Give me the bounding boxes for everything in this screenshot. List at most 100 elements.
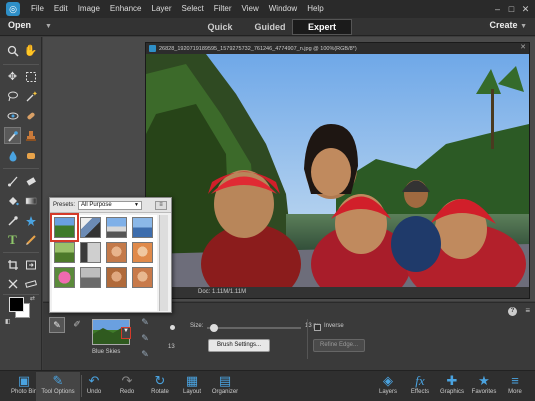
app-logo-icon: ◎ xyxy=(6,2,20,16)
tab-guided[interactable]: Guided xyxy=(248,19,292,35)
photo-bin-label: Photo Bin xyxy=(10,389,38,395)
eyedropper-tool-icon[interactable] xyxy=(4,212,21,229)
type-tool-icon[interactable]: T xyxy=(4,231,21,248)
crop-tool-icon[interactable] xyxy=(4,256,21,273)
status-bar: Doc: 1.11M/1.11M xyxy=(146,287,529,298)
menu-enhance[interactable]: Enhance xyxy=(105,0,147,18)
refine-edge-button[interactable]: Refine Edge... xyxy=(313,339,365,352)
marquee-tool-icon[interactable] xyxy=(22,68,39,85)
preset-thumb[interactable] xyxy=(80,267,101,288)
toolbar-divider xyxy=(3,168,39,169)
clone-stamp-tool-icon[interactable] xyxy=(22,127,39,144)
tab-expert[interactable]: Expert xyxy=(292,19,352,35)
selection-brush-mode-icon[interactable]: ✐ xyxy=(69,317,85,333)
preset-thumb[interactable] xyxy=(132,242,153,263)
size-label: Size: xyxy=(190,323,204,329)
preset-thumb[interactable] xyxy=(80,217,101,238)
preset-thumb[interactable] xyxy=(132,217,153,238)
zoom-tool-icon[interactable] xyxy=(4,42,21,59)
create-label: Create xyxy=(489,20,518,30)
blur-tool-icon[interactable] xyxy=(4,147,21,164)
preset-thumb[interactable] xyxy=(132,267,153,288)
options-menu-icon[interactable]: ≡ xyxy=(525,306,530,315)
straighten-tool-icon[interactable] xyxy=(22,275,39,292)
minimize-button[interactable]: – xyxy=(492,4,503,14)
eraser-tool-icon[interactable] xyxy=(22,172,39,189)
more-button[interactable]: ≡ More xyxy=(493,372,535,401)
recompose-tool-icon[interactable] xyxy=(22,256,39,273)
eye-tool-icon[interactable] xyxy=(4,107,21,124)
options-divider xyxy=(307,319,308,359)
organizer-label: Organizer xyxy=(211,389,239,395)
photo-image[interactable] xyxy=(146,54,529,287)
open-button[interactable]: Open ▼ xyxy=(8,20,52,30)
tool-options-label: Tool Options xyxy=(41,389,75,395)
doc-size-status: Doc: 1.11M/1.11M xyxy=(198,289,247,295)
default-colors-icon[interactable]: ◧ xyxy=(5,318,11,325)
open-dropdown-icon[interactable]: ▼ xyxy=(45,23,52,30)
content-aware-move-tool-icon[interactable] xyxy=(4,275,21,292)
preset-thumb[interactable] xyxy=(106,217,127,238)
custom-shape-tool-icon[interactable] xyxy=(22,212,39,229)
quick-selection-tool-icon[interactable] xyxy=(4,127,21,144)
gradient-tool-icon[interactable] xyxy=(22,192,39,209)
menu-edit[interactable]: Edit xyxy=(49,0,73,18)
subtract-from-selection-icon[interactable]: ✎ xyxy=(138,349,152,363)
magic-wand-tool-icon[interactable]: ✦ xyxy=(22,87,39,104)
preset-thumb[interactable] xyxy=(54,267,75,288)
hand-tool-icon[interactable]: ✋ xyxy=(22,42,39,59)
menu-help[interactable]: Help xyxy=(302,0,328,18)
brush-tool-icon[interactable] xyxy=(4,172,21,189)
graphics-icon: ✚ xyxy=(446,373,458,388)
brush-size-number: 13 xyxy=(168,344,175,350)
tab-quick[interactable]: Quick xyxy=(200,19,240,35)
lasso-tool-icon[interactable] xyxy=(4,87,21,104)
presets-scrollbar[interactable] xyxy=(159,215,168,311)
spot-healing-tool-icon[interactable] xyxy=(22,107,39,124)
size-slider[interactable] xyxy=(207,324,301,332)
redo-label: Redo xyxy=(119,389,135,395)
new-selection-icon[interactable]: ✎ xyxy=(138,317,152,331)
menu-window[interactable]: Window xyxy=(264,0,302,18)
preset-thumb[interactable] xyxy=(106,242,127,263)
create-button[interactable]: Create ▼ xyxy=(490,20,527,30)
size-slider-handle[interactable] xyxy=(210,324,218,332)
toolbar-divider xyxy=(3,64,39,65)
preset-thumb[interactable] xyxy=(80,242,101,263)
brush-settings-button[interactable]: Brush Settings... xyxy=(208,339,270,352)
presets-dropdown[interactable]: All Purpose ▼ xyxy=(78,201,142,210)
preset-thumb[interactable] xyxy=(54,242,75,263)
menu-bar: ◎ File Edit Image Enhance Layer Select F… xyxy=(0,0,535,18)
inverse-checkbox[interactable] xyxy=(314,324,321,331)
menu-image[interactable]: Image xyxy=(73,0,105,18)
presets-menu-icon[interactable]: ≡ xyxy=(155,201,167,210)
paint-bucket-tool-icon[interactable] xyxy=(4,192,21,209)
close-document-icon[interactable]: ✕ xyxy=(520,43,526,51)
add-to-selection-icon[interactable]: ✎ xyxy=(138,333,152,347)
document-tab[interactable]: 26828_1920719189595_1579275732_761246_47… xyxy=(146,43,529,54)
mode-bar: Open ▼ Quick Guided Expert Create ▼ xyxy=(0,18,535,36)
organizer-button[interactable]: ▤ Organizer xyxy=(203,372,247,401)
foreground-color-swatch[interactable] xyxy=(9,297,24,312)
swap-colors-icon[interactable]: ⇄ xyxy=(30,295,35,302)
pencil-tool-icon[interactable] xyxy=(22,231,39,248)
sponge-tool-icon[interactable] xyxy=(22,147,39,164)
menu-file[interactable]: File xyxy=(26,0,49,18)
menu-select[interactable]: Select xyxy=(177,0,209,18)
chevron-down-icon: ▼ xyxy=(134,202,139,208)
menu-filter[interactable]: Filter xyxy=(209,0,237,18)
menu-layer[interactable]: Layer xyxy=(147,0,177,18)
maximize-button[interactable]: □ xyxy=(506,4,517,14)
window-controls: – □ ✕ xyxy=(492,0,531,18)
rotate-label: Rotate xyxy=(151,389,169,395)
quick-selection-mode-icon[interactable]: ✎ xyxy=(49,317,65,333)
document-title: 26828_1920719189595_1579275732_761246_47… xyxy=(159,45,357,52)
close-window-button[interactable]: ✕ xyxy=(520,4,531,15)
move-tool-icon[interactable]: ✥ xyxy=(4,68,21,85)
preset-picker-dropdown-icon[interactable]: ▼ xyxy=(121,327,131,339)
tool-options-icon: ✎ xyxy=(52,373,64,388)
preset-thumb[interactable] xyxy=(106,267,127,288)
preset-thumb-blue-skies[interactable] xyxy=(50,213,79,242)
help-icon[interactable]: ? xyxy=(508,307,517,316)
menu-view[interactable]: View xyxy=(237,0,264,18)
